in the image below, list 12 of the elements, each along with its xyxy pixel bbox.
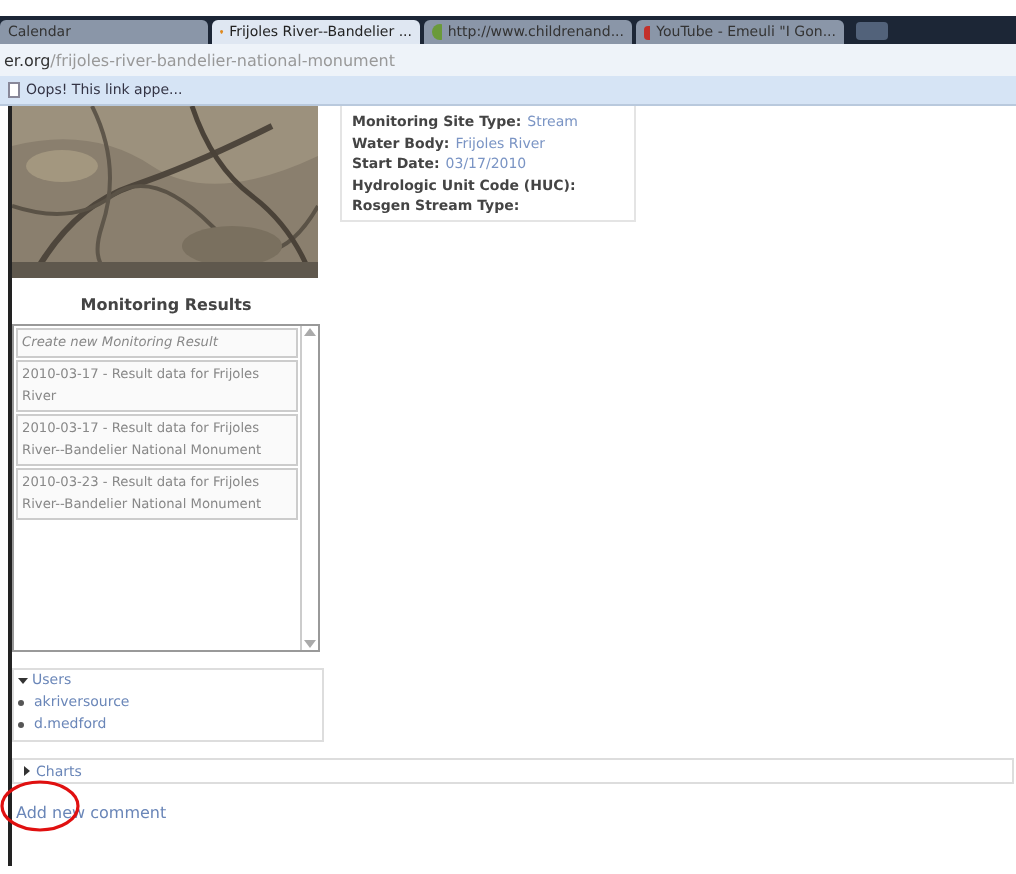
scroll-down-icon[interactable] <box>304 638 316 650</box>
scrollbar[interactable] <box>300 326 318 650</box>
new-tab-button[interactable] <box>856 21 888 39</box>
collapsed-triangle-icon[interactable] <box>22 766 32 776</box>
address-domain[interactable]: er.org <box>4 51 51 69</box>
expanded-triangle-icon[interactable] <box>18 675 28 685</box>
scroll-up-icon[interactable] <box>304 326 316 338</box>
bullet-icon <box>18 721 24 727</box>
page-icon <box>8 82 20 98</box>
address-path[interactable]: /frijoles-river-bandelier-national-monument <box>50 51 395 69</box>
bullet-icon <box>18 699 24 705</box>
section-heading: Monitoring Results <box>78 296 254 314</box>
